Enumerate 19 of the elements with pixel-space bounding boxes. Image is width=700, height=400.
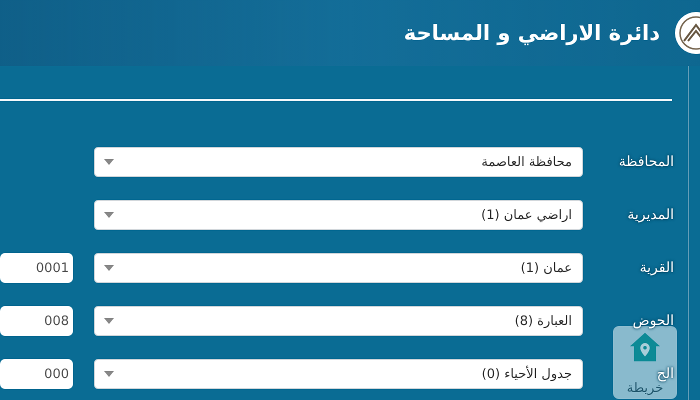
code-field[interactable]: 008 bbox=[0, 306, 73, 336]
dropdown[interactable]: عمان (1) bbox=[94, 253, 583, 283]
caret-icon bbox=[104, 371, 114, 377]
dropdown[interactable]: محافظة العاصمة bbox=[94, 147, 583, 177]
field-label: المحافظة bbox=[618, 154, 674, 170]
field-label: الحوض bbox=[632, 313, 674, 329]
field-label: القرية bbox=[640, 260, 674, 276]
caret-icon bbox=[104, 318, 114, 324]
code-field[interactable]: 0001 bbox=[0, 253, 73, 283]
code-field[interactable]: 000 bbox=[0, 359, 73, 389]
field-label: المديرية bbox=[627, 207, 674, 223]
site-title: دائرة الاراضي و المساحة bbox=[404, 21, 660, 45]
dropdown[interactable]: جدول الأحياء (0) bbox=[94, 359, 583, 389]
dropdown[interactable]: العبارة (8) bbox=[94, 306, 583, 336]
caret-icon bbox=[104, 265, 114, 271]
caret-icon bbox=[104, 159, 114, 165]
caret-icon bbox=[104, 212, 114, 218]
field-label: الح bbox=[656, 366, 674, 382]
dropdown[interactable]: اراضي عمان (1) bbox=[94, 200, 583, 230]
